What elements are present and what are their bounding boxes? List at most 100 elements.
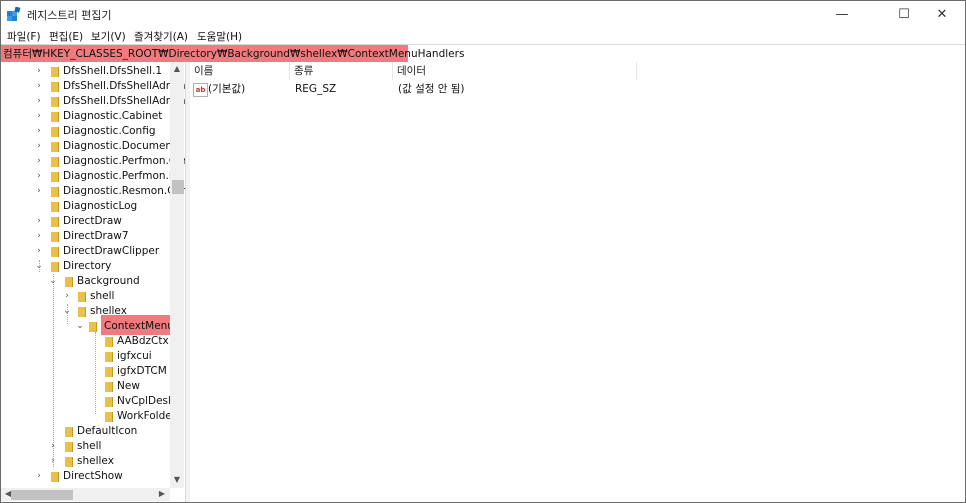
tree-item[interactable]: igfxcui — [1, 349, 171, 364]
folder-icon — [51, 82, 59, 92]
tree-item[interactable]: › DirectDrawClipper — [1, 244, 171, 259]
scroll-up-icon[interactable]: ▲ — [170, 64, 184, 73]
menu-favorites[interactable]: 즐겨찾기(A) — [134, 29, 188, 44]
tree-item[interactable]: › Diagnostic.Resmon.Cor — [1, 184, 185, 199]
tree-item[interactable]: › DfsShell.DfsShellAdmin — [1, 79, 185, 94]
menu-help[interactable]: 도움말(H) — [197, 29, 242, 44]
value-name[interactable]: (기본값) — [208, 81, 245, 97]
chevron-down-icon[interactable]: ⌄ — [75, 319, 85, 334]
menu-file[interactable]: 파일(F) — [7, 29, 41, 44]
chevron-right-icon[interactable]: › — [48, 439, 58, 454]
chevron-right-icon[interactable]: › — [34, 469, 44, 484]
chevron-right-icon[interactable]: › — [34, 244, 44, 259]
chevron-right-icon[interactable]: › — [34, 109, 44, 124]
tree-item[interactable]: › Diagnostic.Document — [1, 139, 176, 154]
chevron-right-icon[interactable]: › — [34, 124, 44, 139]
chevron-right-icon[interactable]: › — [34, 184, 44, 199]
tree-item-label: DfsShell.DfsShellAdmin — [63, 95, 185, 107]
tree-item-label: DefaultIcon — [77, 425, 138, 437]
column-header-type[interactable]: 종류 — [290, 62, 393, 80]
chevron-right-icon[interactable]: › — [48, 454, 58, 469]
scroll-right-icon[interactable]: ▶ — [155, 489, 169, 498]
folder-icon — [105, 352, 113, 362]
folder-icon — [89, 322, 97, 332]
tree-vertical-scrollbar[interactable] — [170, 62, 184, 488]
column-header-name[interactable]: 이름 — [190, 62, 290, 80]
folder-icon — [51, 67, 59, 77]
folder-icon — [105, 397, 113, 407]
tree-item[interactable]: NvCplDesktopContext — [1, 394, 171, 409]
title-bar[interactable]: 레지스트리 편집기 — ☐ ✕ — [1, 1, 965, 29]
chevron-right-icon[interactable]: › — [62, 289, 72, 304]
tree-item-label: NvCplDesktopContext — [117, 395, 170, 407]
folder-icon — [105, 367, 113, 377]
tree-vertical-scroll-thumb[interactable] — [172, 180, 184, 194]
tree-item[interactable]: › DfsShell.DfsShell.1 — [1, 64, 171, 79]
tree-item-label: New — [117, 380, 140, 392]
address-path[interactable]: 컴퓨터₩HKEY_CLASSES_ROOT₩Directory₩Backgrou… — [3, 46, 464, 61]
tree-item[interactable]: › shell — [1, 289, 171, 304]
tree-item[interactable]: AABdzCtx — [1, 334, 171, 349]
minimize-button[interactable]: — — [819, 1, 865, 29]
tree-item[interactable]: DiagnosticLog — [1, 199, 171, 214]
tree-item[interactable]: ⌄ Background — [1, 274, 171, 289]
chevron-right-icon[interactable]: › — [34, 229, 44, 244]
tree-item[interactable]: › Diagnostic.Perfmon.Cor — [1, 154, 185, 169]
tree-item-label: AABdzCtx — [117, 335, 169, 347]
chevron-right-icon[interactable]: › — [34, 79, 44, 94]
menu-bar: 파일(F) 편집(E) 보기(V) 즐겨찾기(A) 도움말(H) — [1, 29, 965, 43]
window-title: 레지스트리 편집기 — [27, 9, 112, 22]
close-button[interactable]: ✕ — [919, 1, 965, 29]
tree-item[interactable]: › Diagnostic.Perfmon.Do — [1, 169, 183, 184]
folder-icon — [51, 112, 59, 122]
chevron-right-icon[interactable]: › — [34, 169, 44, 184]
folder-icon — [105, 382, 113, 392]
folder-icon — [51, 142, 59, 152]
tree-item[interactable]: › DfsShell.DfsShellAdmin — [1, 94, 185, 109]
values-list[interactable]: 이름 종류 데이터 ab (기본값) REG_SZ (값 설정 안 됨) — [190, 62, 965, 502]
tree-item-label: DfsShell.DfsShell.1 — [63, 65, 163, 77]
chevron-right-icon[interactable]: › — [34, 94, 44, 109]
address-bar[interactable]: 컴퓨터₩HKEY_CLASSES_ROOT₩Directory₩Backgrou… — [1, 44, 965, 63]
tree-item[interactable]: DefaultIcon — [1, 424, 171, 439]
chevron-right-icon[interactable]: › — [34, 214, 44, 229]
tree-item[interactable]: New — [1, 379, 171, 394]
chevron-right-icon[interactable]: › — [34, 64, 44, 79]
tree-item-label: Diagnostic.Resmon.Cor — [63, 185, 185, 197]
folder-icon — [51, 127, 59, 137]
menu-edit[interactable]: 편집(E) — [49, 29, 83, 44]
folder-icon — [65, 442, 73, 452]
tree-item-label: Diagnostic.Perfmon.Do — [63, 170, 184, 182]
tree-item-selected[interactable]: ⌄ ContextMenuHandlers — [1, 319, 185, 334]
scroll-down-icon[interactable]: ▼ — [170, 475, 184, 484]
folder-icon — [51, 217, 59, 227]
folder-icon — [105, 412, 113, 422]
menu-view[interactable]: 보기(V) — [91, 29, 126, 44]
tree-item[interactable]: › Diagnostic.Cabinet — [1, 109, 171, 124]
folder-icon — [51, 232, 59, 242]
chevron-right-icon[interactable]: › — [34, 154, 44, 169]
tree-item[interactable]: › Diagnostic.Config — [1, 124, 171, 139]
tree-item[interactable]: ⌄ shellex — [1, 304, 171, 319]
tree-item-label: igfxcui — [117, 350, 152, 362]
key-tree[interactable]: › DfsShell.DfsShell.1 › DfsShell.DfsShel… — [1, 62, 185, 488]
column-header-data[interactable]: 데이터 — [393, 62, 637, 80]
tree-item[interactable]: WorkFolders — [1, 409, 171, 424]
chevron-down-icon[interactable]: ⌄ — [34, 259, 44, 274]
tree-item[interactable]: › shellex — [1, 454, 171, 469]
chevron-right-icon[interactable]: › — [34, 139, 44, 154]
tree-horizontal-scroll-thumb[interactable] — [11, 490, 73, 500]
tree-item-label: WorkFolders — [117, 410, 170, 422]
tree-item[interactable]: igfxDTCM — [1, 364, 171, 379]
tree-item[interactable]: › shell — [1, 439, 171, 454]
tree-item[interactable]: › DirectShow — [1, 469, 171, 484]
tree-item-label: shellex — [77, 455, 114, 467]
tree-item[interactable]: › DirectDraw — [1, 214, 171, 229]
folder-icon — [51, 472, 59, 482]
chevron-down-icon[interactable]: ⌄ — [62, 304, 72, 319]
tree-item-label: DirectDrawClipper — [63, 245, 160, 257]
tree-item[interactable]: ⌄ Directory — [1, 259, 171, 274]
chevron-down-icon[interactable]: ⌄ — [48, 274, 58, 289]
tree-item[interactable]: › DirectDraw7 — [1, 229, 171, 244]
